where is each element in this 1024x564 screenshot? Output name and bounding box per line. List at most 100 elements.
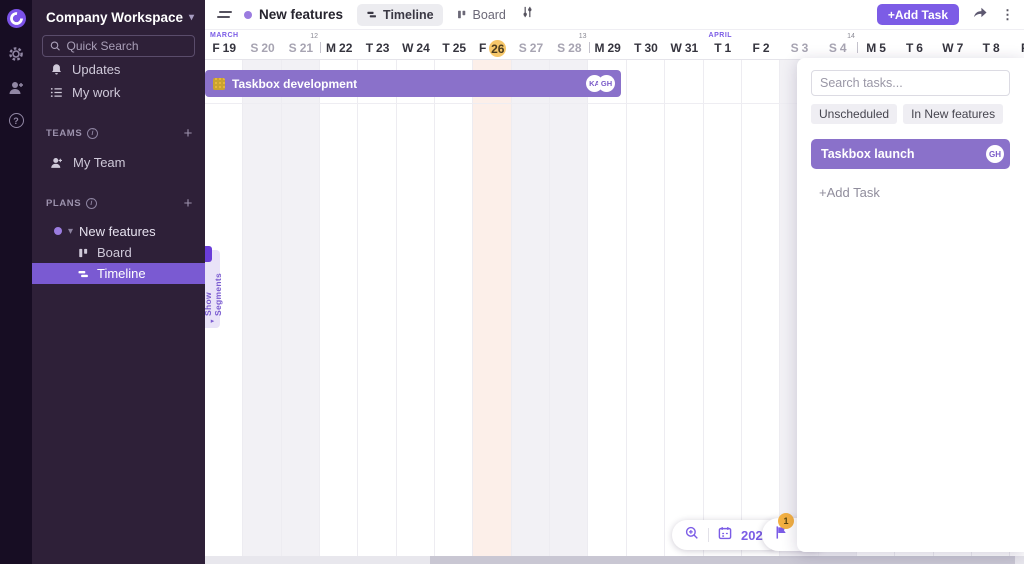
tab-label: Board [472,7,506,22]
app-logo-icon[interactable] [6,9,26,28]
chevron-down-icon: ▾ [189,12,195,23]
date-T-25[interactable]: T 25 [435,30,473,60]
filter-sliders-icon[interactable] [521,5,534,24]
divider [708,528,709,542]
filter-chip[interactable]: Unscheduled [811,104,898,124]
grid-column-t30[interactable] [626,60,666,556]
kebab-menu-icon[interactable]: ⋮ [1001,8,1014,21]
date-number: 21 [299,41,314,55]
date-number: 31 [684,41,699,55]
date-M-22[interactable]: M 22 [320,30,358,60]
zoom-in-icon[interactable] [685,526,699,545]
date-F-9[interactable]: F9 [1010,30,1024,60]
date-day-letter: M [326,41,337,55]
week-tick [320,42,322,53]
grid-column-t25[interactable] [435,60,474,556]
tab-label: Timeline [383,7,434,22]
grid-column-f2[interactable] [741,60,781,556]
grid-column-s20[interactable] [243,60,282,556]
filter-chip[interactable]: In New features [903,104,1004,124]
date-W-31[interactable]: W 31 [665,30,703,60]
date-number: 7 [956,41,964,55]
date-day-letter: S [250,41,259,55]
sidebar-item-label: My Team [73,155,126,170]
task-avatars: KA GH [586,75,615,92]
date-number: 19 [222,41,237,55]
grid-column-s28[interactable] [550,60,589,556]
timeline-icon [78,270,88,277]
sidebar-view-board[interactable]: Board [32,242,205,263]
date-day-letter: T [982,41,990,55]
tab-board[interactable]: Board [447,4,515,26]
grid-column-s21[interactable] [281,60,321,556]
date-T-23[interactable]: T 23 [358,30,396,60]
invite-members-icon[interactable] [8,80,25,95]
sidebar-item-my-work[interactable]: My work [32,82,205,103]
task-card-taskbox-launch[interactable]: Taskbox launch GH [811,139,1010,169]
scrollbar-thumb[interactable] [430,556,1015,564]
sidebar-item-my-team[interactable]: My Team [32,152,205,173]
date-F-26[interactable]: F 26 [473,30,511,60]
date-day-letter: W [402,41,414,55]
workspace-name: Company Workspace [46,10,184,25]
grid-column-w31[interactable] [665,60,704,556]
date-number: 5 [879,41,886,55]
date-F-2[interactable]: F2 [742,30,780,60]
info-icon[interactable]: i [87,128,99,139]
calendar-icon[interactable] [718,526,732,545]
date-S-3[interactable]: S3 [780,30,818,60]
sidebar-item-updates[interactable]: Updates [32,59,205,80]
add-team-button[interactable]: + [184,125,193,142]
task-search-input[interactable] [811,70,1010,96]
plan-color-dot [244,10,252,19]
tab-timeline[interactable]: Timeline [357,3,443,26]
chevron-down-icon[interactable]: ▾ [68,226,73,237]
panel-add-task-button[interactable]: +Add Task [819,185,1010,200]
date-S-20[interactable]: S 20 [243,30,281,60]
horizontal-scrollbar[interactable] [205,556,1024,564]
week-number: 14 [847,33,855,40]
date-number: 27 [529,41,544,55]
teams-section-header: TEAMS i + [32,125,205,142]
grid-column-t1[interactable] [703,60,742,556]
info-icon[interactable]: i [86,198,98,209]
sidebar-view-timeline[interactable]: Timeline [32,263,205,284]
task-bar-taskbox-development[interactable]: Taskbox development KA GH [205,70,621,97]
grid-column-s27[interactable] [511,60,551,556]
grid-column-m29[interactable] [588,60,627,556]
help-icon[interactable]: ? [8,113,24,128]
grid-column-w24[interactable] [396,60,436,556]
date-S-27[interactable]: S 27 [512,30,550,60]
date-day-letter: S [557,41,566,55]
week-number: 12 [310,33,319,40]
avatar: GH [598,75,615,92]
quick-search[interactable] [42,35,195,57]
grid-column-f26[interactable] [473,60,512,556]
sidebar-item-label: Updates [72,62,121,77]
grid-column-m22[interactable] [320,60,359,556]
view-label: Timeline [97,266,146,281]
quick-search-input[interactable] [66,39,187,53]
collapse-sidebar-icon[interactable] [217,11,232,18]
date-T-8[interactable]: T8 [972,30,1010,60]
bell-icon [52,64,61,75]
date-number: 1 [724,41,732,55]
month-label: MARCH [210,32,239,39]
date-W-24[interactable]: W 24 [397,30,435,60]
date-day-letter: W [670,41,682,55]
workspace-switcher[interactable]: Company Workspace ▾ [32,0,205,25]
date-day-letter: T [714,41,722,55]
date-W-7[interactable]: W7 [934,30,972,60]
settings-gear-icon[interactable] [8,46,24,62]
add-task-button[interactable]: +Add Task [876,4,959,25]
add-plan-button[interactable]: + [184,195,193,212]
share-icon[interactable] [972,5,988,24]
view-label: Board [97,245,132,260]
grid-column-t23[interactable] [358,60,397,556]
date-M-29[interactable]: M 29 [589,30,627,60]
date-M-5[interactable]: M5 [857,30,895,60]
timeline-icon [367,11,377,18]
date-T-6[interactable]: T6 [895,30,933,60]
sidebar-plan-new-features[interactable]: ▾ New features [32,220,205,242]
date-T-30[interactable]: T 30 [627,30,665,60]
